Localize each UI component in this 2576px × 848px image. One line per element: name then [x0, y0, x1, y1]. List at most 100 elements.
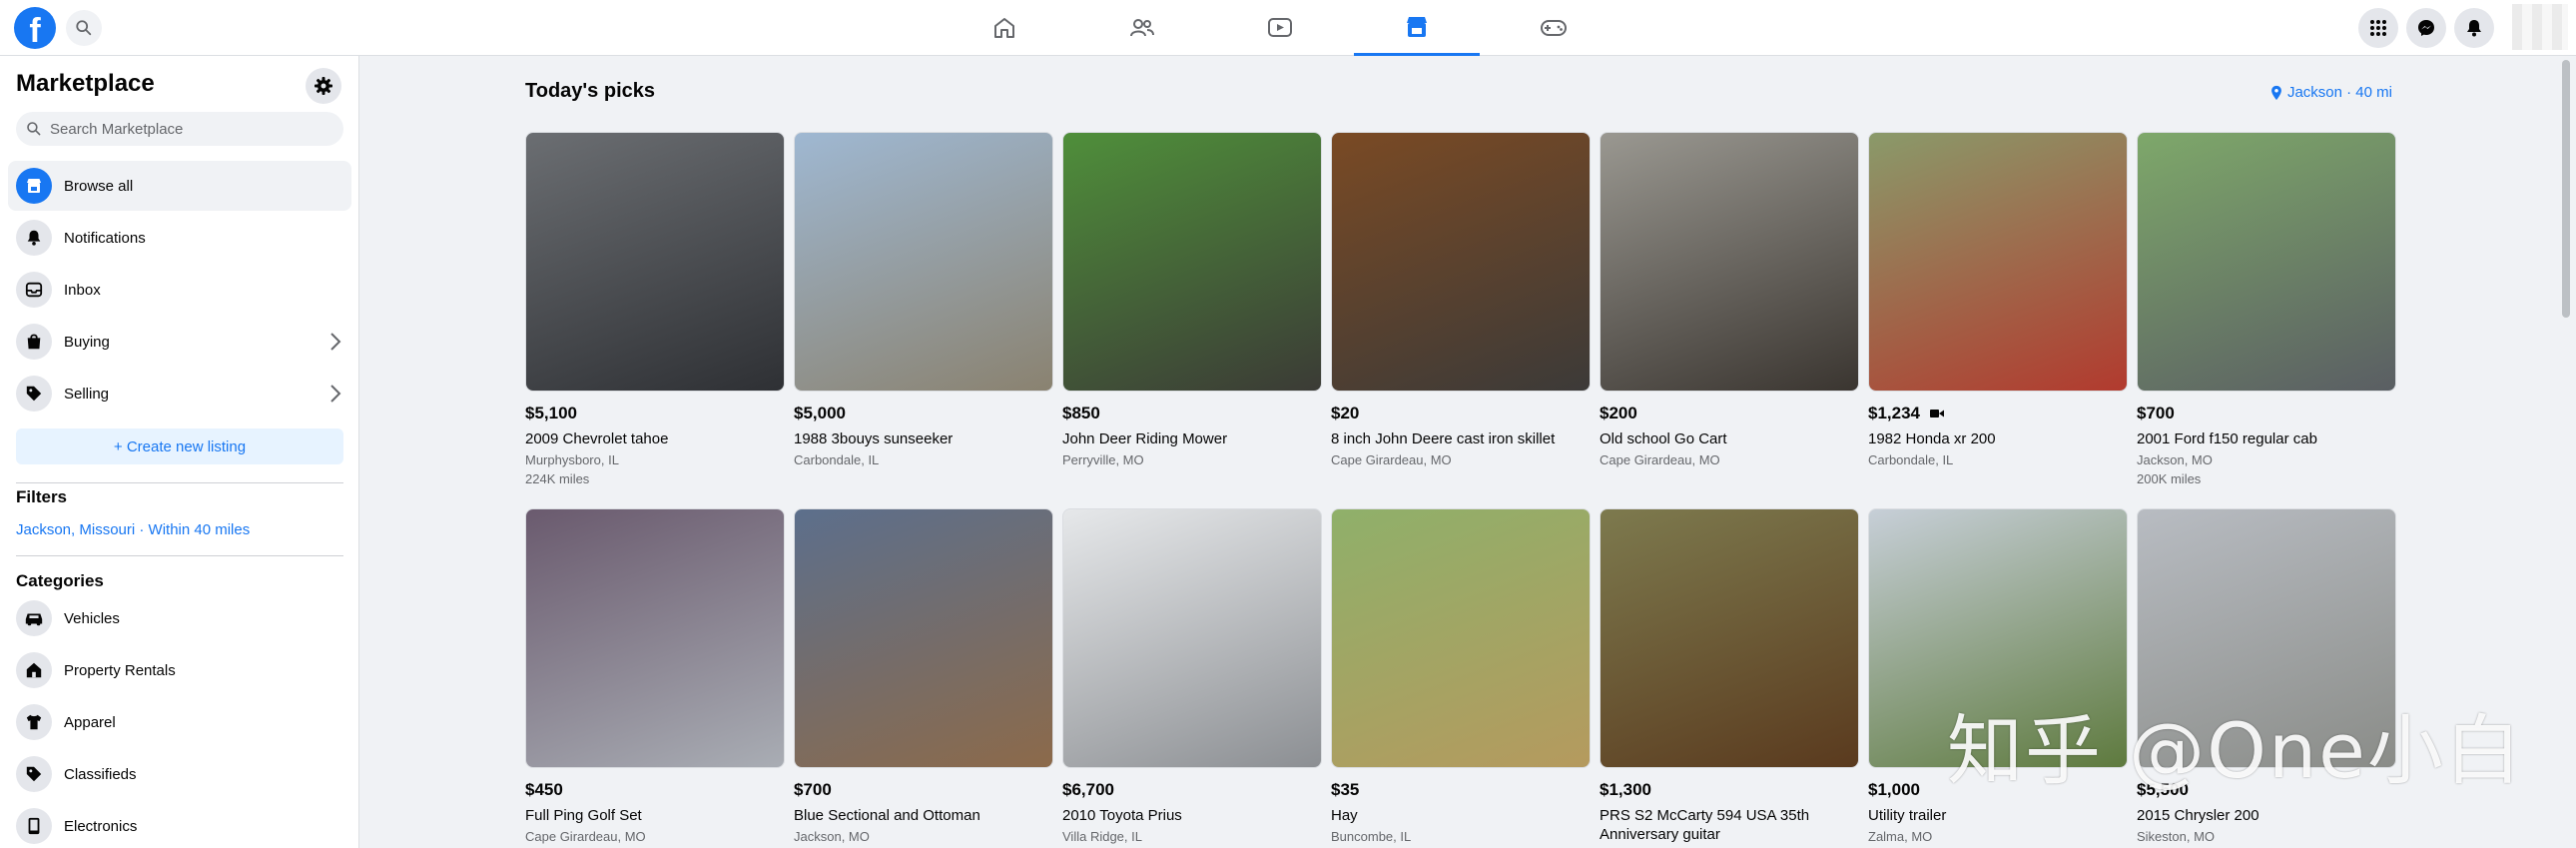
search-input[interactable]: [50, 120, 329, 138]
location-filter-link[interactable]: Jackson, Missouri · Within 40 miles: [16, 521, 250, 538]
sidebar-item-label: Buying: [64, 333, 110, 351]
listing-mileage: 200K miles: [2137, 471, 2202, 486]
nav-tab-gaming[interactable]: [1491, 0, 1616, 56]
home-icon: [994, 18, 1014, 38]
scrollbar[interactable]: [2560, 56, 2572, 848]
listing-price-text: $5,000: [794, 404, 846, 423]
watermark: 知乎 @One小白: [1947, 706, 2523, 795]
listing-card[interactable]: $5,100 2009 Chevrolet tahoe Murphysboro, I…: [525, 132, 785, 486]
listing-card[interactable]: $200 Old school Go Cart Cape Girardeau, MO: [1600, 132, 1859, 467]
settings-button[interactable]: [306, 68, 341, 104]
listing-title: 8 inch John Deere cast iron skillet: [1331, 430, 1556, 447]
listing-photo[interactable]: [1331, 132, 1591, 392]
listing-title: 1982 Honda xr 200: [1868, 430, 1996, 447]
listing-photo[interactable]: [525, 132, 785, 392]
listing-price: $5,000: [794, 404, 1053, 424]
listing-price-text: $850: [1062, 404, 1100, 423]
listing-photo[interactable]: [1062, 508, 1322, 768]
location-selector[interactable]: Jackson · 40 mi: [2269, 84, 2392, 101]
listing-price: $200: [1600, 404, 1859, 424]
storefront-icon: [16, 168, 52, 204]
listing-location: Murphysboro, IL: [525, 452, 619, 467]
sidebar-item-inbox[interactable]: Inbox: [8, 265, 351, 315]
sidebar-item-buying[interactable]: Buying: [8, 317, 351, 367]
category-electronics[interactable]: Electronics: [8, 801, 351, 848]
nav-tab-home[interactable]: [942, 0, 1067, 56]
listing-price: $700: [2137, 404, 2396, 424]
sidebar-item-selling[interactable]: Selling: [8, 369, 351, 419]
nav-tab-watch[interactable]: [1217, 0, 1343, 56]
listing-photo[interactable]: [525, 508, 785, 768]
listing-price: $35: [1331, 780, 1591, 800]
listing-photo[interactable]: [1331, 508, 1591, 768]
listing-photo[interactable]: [1600, 508, 1859, 768]
listing-photo[interactable]: [1868, 132, 2128, 392]
listing-location: Carbondale, IL: [794, 452, 880, 467]
listing-price-text: $5,100: [525, 404, 577, 423]
nav-tab-marketplace[interactable]: [1354, 0, 1480, 56]
category-vehicles[interactable]: Vehicles: [8, 593, 351, 643]
listing-card[interactable]: $35 Hay Buncombe, IL: [1331, 508, 1591, 844]
nav-tab-friends[interactable]: [1079, 0, 1205, 56]
listing-title: PRS S2 McCarty 594 USA 35th Anniversary …: [1600, 807, 1810, 843]
listing-card[interactable]: $1,234 1982 Honda xr 200 Carbondale, IL: [1868, 132, 2128, 467]
listing-price-text: $6,700: [1062, 780, 1114, 799]
listing-location: Sikeston, MO: [2137, 829, 2216, 844]
top-navigation-bar: f: [0, 0, 2576, 56]
listing-photo[interactable]: [1600, 132, 1859, 392]
house-icon: [16, 652, 52, 688]
listing-price-text: $1,300: [1600, 780, 1651, 799]
listing-price: $1,234: [1868, 404, 2128, 424]
scrollbar-thumb[interactable]: [2562, 60, 2570, 318]
listing-card[interactable]: $700 Blue Sectional and Ottoman Jackson, M…: [794, 508, 1053, 844]
account-avatar[interactable]: [2512, 4, 2568, 50]
listing-card[interactable]: $20 8 inch John Deere cast iron skillet Ca…: [1331, 132, 1591, 467]
listing-card[interactable]: $450 Full Ping Golf Set Cape Girardeau, MO: [525, 508, 785, 844]
facebook-logo[interactable]: f: [14, 7, 56, 49]
listing-photo[interactable]: [794, 508, 1053, 768]
category-property-rentals[interactable]: Property Rentals: [8, 645, 351, 695]
messenger-icon: [2418, 20, 2434, 36]
listing-card[interactable]: $700 2001 Ford f150 regular cab Jackson, M…: [2137, 132, 2396, 486]
notifications-button[interactable]: [2454, 8, 2494, 48]
category-label: Electronics: [64, 817, 138, 835]
listing-card[interactable]: $1,300 PRS S2 McCarty 594 USA 35th Annive…: [1600, 508, 1859, 844]
category-label: Vehicles: [64, 609, 120, 627]
menu-button[interactable]: [2358, 8, 2398, 48]
gaming-icon: [1541, 20, 1567, 36]
search-button[interactable]: [66, 10, 102, 46]
sidebar-item-label: Selling: [64, 385, 110, 403]
chevron-right-icon: [330, 333, 341, 351]
listing-location: Cape Girardeau, MO: [1331, 452, 1452, 467]
listing-price-text: $700: [2137, 404, 2175, 423]
listing-photo[interactable]: [794, 132, 1053, 392]
listing-photo[interactable]: [2137, 132, 2396, 392]
messenger-button[interactable]: [2406, 8, 2446, 48]
category-label: Classifieds: [64, 765, 137, 783]
listing-card[interactable]: $850 John Deer Riding Mower Perryville, MO: [1062, 132, 1322, 467]
search-icon: [76, 20, 92, 36]
category-classifieds[interactable]: Classifieds: [8, 749, 351, 799]
category-label: Property Rentals: [64, 661, 176, 679]
listing-location: Jackson, MO: [2137, 452, 2213, 467]
listing-card[interactable]: $5,000 1988 3bouys sunseeker Carbondale, I…: [794, 132, 1053, 467]
listing-price: $450: [525, 780, 785, 800]
location-label: Jackson · 40 mi: [2286, 84, 2392, 101]
listing-title: 2010 Toyota Prius: [1062, 807, 1182, 824]
listing-price: $6,700: [1062, 780, 1322, 800]
listing-location: Jackson, MO: [794, 829, 870, 844]
tag-icon: [16, 376, 52, 412]
marketplace-icon: [1407, 16, 1427, 37]
sidebar-item-notifications[interactable]: Notifications: [8, 213, 351, 263]
listing-card[interactable]: $6,700 2010 Toyota Prius Villa Ridge, IL: [1062, 508, 1322, 844]
listing-photo[interactable]: [1062, 132, 1322, 392]
watch-icon: [1268, 18, 1292, 37]
listing-title: Blue Sectional and Ottoman: [794, 807, 980, 824]
create-listing-button[interactable]: + Create new listing: [16, 428, 343, 464]
category-apparel[interactable]: Apparel: [8, 697, 351, 747]
tag-icon: [16, 756, 52, 792]
listing-location: Cape Girardeau, MO: [525, 829, 646, 844]
marketplace-search[interactable]: [16, 112, 343, 146]
sidebar-item-browse-all[interactable]: Browse all: [8, 161, 351, 211]
sidebar-item-label: Browse all: [64, 177, 134, 195]
